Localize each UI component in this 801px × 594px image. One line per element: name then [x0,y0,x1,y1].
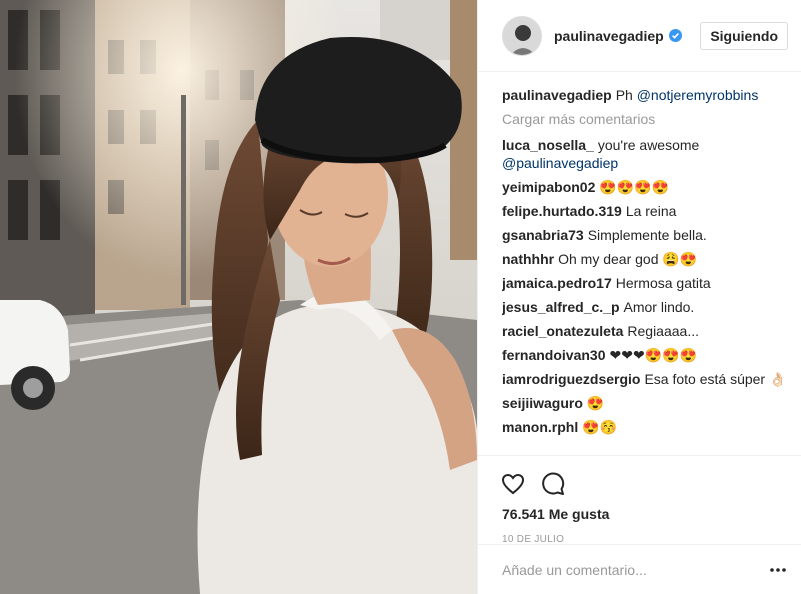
comment-author-link[interactable]: jamaica.pedro17 [502,275,612,291]
list-item: manon.rphl 😍😚 [502,418,787,436]
comment-text: 😍😚 [582,419,618,435]
post-actions: 76.541 Me gusta 10 DE JULIO [478,455,801,545]
list-item: seijiiwaguro 😍 [502,394,787,412]
list-item: nathhhr Oh my dear god 😩😍 [502,250,787,268]
list-item: yeimipabon02 😍😍😍😍 [502,178,787,196]
caption-mention-link[interactable]: @notjeremyrobbins [637,87,759,103]
comment-author-link[interactable]: gsanabria73 [502,227,584,243]
following-button[interactable]: Siguiendo [700,21,788,50]
heart-icon[interactable] [498,469,528,499]
comment-input[interactable] [502,561,769,578]
action-row [498,464,777,504]
post-photo[interactable] [0,0,477,594]
list-item: iamrodriguezdsergio Esa foto está súper 👌… [502,370,787,388]
post-side-panel: paulinavegadiep Siguiendo paulinavegadie… [477,0,801,594]
comment-text: Simplemente bella. [587,227,707,243]
list-item: fernandoivan30 ❤❤❤😍😍😍 [502,346,787,364]
comment-author-link[interactable]: nathhhr [502,251,554,267]
comment-author-link[interactable]: yeimipabon02 [502,179,595,195]
comment-author-link[interactable]: iamrodriguezdsergio [502,371,640,387]
comment-text: 😍 [586,395,605,411]
comment-text: you're awesome [597,137,700,153]
comment-text: Amor lindo. [623,299,695,315]
comment-mention-link[interactable]: @paulinavegadiep [502,155,618,171]
comment-text: Oh my dear god 😩😍 [558,251,698,267]
list-item: jesus_alfred_c._p Amor lindo. [502,298,787,316]
street-portrait-image [0,0,477,594]
comment-author-link[interactable]: seijiiwaguro [502,395,583,411]
list-item: luca_nosella_ you're awesome @paulinavega… [502,136,787,172]
post-header: paulinavegadiep Siguiendo [478,0,801,72]
more-options-icon[interactable] [769,561,787,579]
comment-text: 😍😍😍😍 [599,179,670,195]
list-item: raciel_onatezuleta Regiaaaa... [502,322,787,340]
load-more-comments-link[interactable]: Cargar más comentarios [502,110,787,128]
caption-text: Ph [615,87,633,103]
comment-author-link[interactable]: luca_nosella_ [502,137,594,153]
verified-badge-icon [668,29,682,42]
comment-author-link[interactable]: raciel_onatezuleta [502,323,623,339]
avatar[interactable] [502,15,542,56]
comment-text: ❤❤❤😍😍😍 [609,347,697,363]
comment-text: La reina [625,203,677,219]
list-item: gsanabria73 Simplemente bella. [502,226,787,244]
comment-author-link[interactable]: jesus_alfred_c._p [502,299,620,315]
comments-list[interactable]: paulinavegadiep Ph @notjeremyrobbins Carg… [502,86,787,454]
comment-text: Regiaaaa... [627,323,699,339]
comment-text: Esa foto está súper 👌🏻 [644,371,787,387]
username-link[interactable]: paulinavegadiep [554,28,664,44]
avatar-image [503,16,541,55]
add-comment-bar [478,544,801,594]
comment-text: Hermosa gatita [615,275,711,291]
comment-author-link[interactable]: felipe.hurtado.319 [502,203,622,219]
caption: paulinavegadiep Ph @notjeremyrobbins [502,86,787,104]
comment-author-link[interactable]: fernandoivan30 [502,347,605,363]
like-count[interactable]: 76.541 Me gusta [502,506,777,522]
user-block: paulinavegadiep [554,28,700,44]
list-item: jamaica.pedro17 Hermosa gatita [502,274,787,292]
comment-icon[interactable] [538,469,568,499]
comment-author-link[interactable]: manon.rphl [502,419,578,435]
list-item: felipe.hurtado.319 La reina [502,202,787,220]
caption-author-link[interactable]: paulinavegadiep [502,87,612,103]
